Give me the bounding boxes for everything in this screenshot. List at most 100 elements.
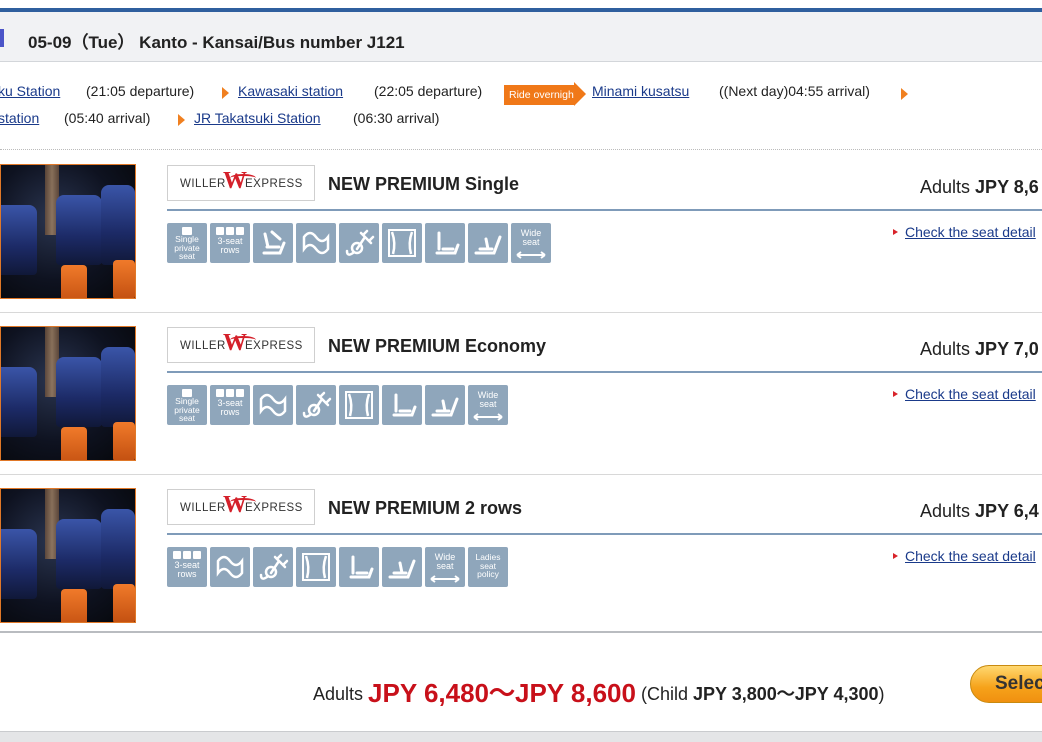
seat-photo [0,164,136,299]
seat-detail: Check the seat detail [893,548,1036,564]
3-seat-rows-icon: 3-seat rows [210,385,250,425]
plan-name[interactable]: NEW PREMIUM Economy [328,336,546,357]
willer-express-logo: WILLER W EXPRESS [167,165,315,201]
stop-link-jr-takatsuki[interactable]: JR Takatsuki Station [194,110,321,126]
bus-plan-row: WILLER W EXPRESS NEW PREMIUM Single Adults J… [0,151,1042,313]
ladies-seat-policy-icon: Ladies seat policy [468,547,508,587]
price-value: JPY 7,0 [975,339,1039,359]
plan-divider [167,371,1042,373]
3-seat-rows-icon: 3-seat rows [167,547,207,587]
check-seat-detail-link[interactable]: Check the seat detail [905,548,1036,564]
wide-arrow-icon [516,251,546,259]
bottom-scroll-bar [0,731,1042,742]
check-seat-detail-link[interactable]: Check the seat detail [905,386,1036,402]
seat-photo [0,488,136,623]
child-price-range: JPY 3,800～JPY 4,300 [693,684,879,704]
logo-express-text: EXPRESS [245,502,303,514]
price-label: Adults [920,177,971,197]
willer-express-logo: WILLER W EXPRESS [167,327,315,363]
logo-express-text: EXPRESS [245,178,303,190]
icon-label: Single private seat [174,234,200,261]
adult-price-range: JPY 6,480～JPY 8,600 [368,678,636,708]
bullet-arrow-icon [893,553,898,559]
blanket-icon [210,547,250,587]
stop-link-station[interactable]: station [0,110,39,126]
header-tab-marker [0,29,4,47]
wide-arrow-icon [473,413,503,421]
3-seat-rows-icon: 3-seat rows [210,223,250,263]
wide-seat-icon: Wide seat [511,223,551,263]
trip-header: 05-09（Tue） Kanto - Kansai/Bus number J12… [0,12,1042,62]
icon-label: 3-seat rows [217,398,243,417]
child-close: ) [878,684,885,704]
stop-link-minami-kusatsu[interactable]: Minami kusatsu [592,83,689,99]
icon-label: 3-seat rows [217,236,243,255]
seat-photo [0,326,136,461]
departure-time: (21:05 departure) [86,83,195,99]
stop-link-kawasaki[interactable]: Kawasaki station [238,83,343,99]
blanket-icon [253,385,293,425]
child-label: (Child [641,684,689,704]
curtain-icon [339,385,379,425]
bus-plan-row: WILLER W EXPRESS NEW PREMIUM Economy Adults … [0,313,1042,475]
bus-plan-row: WILLER W EXPRESS NEW PREMIUM 2 rows Adults J… [0,475,1042,637]
foot-rest-icon [382,547,422,587]
price-value: JPY 8,6 [975,177,1039,197]
wide-seat-icon: Wide seat [468,385,508,425]
ride-overnight-arrow-icon [574,82,586,106]
foot-rest-icon [468,223,508,263]
plan-divider [167,209,1042,211]
power-outlet-icon [339,223,379,263]
seat-detail: Check the seat detail [893,224,1036,240]
bullet-arrow-icon [893,229,898,235]
departure-time: (22:05 departure) [374,83,483,99]
stop-link-origin[interactable]: ku Station [0,83,60,99]
route-arrow-icon [178,114,185,126]
fare-summary-text: Adults JPY 6,480～JPY 8,600 (Child JPY 3,… [313,673,885,710]
price-label: Adults [920,501,971,521]
price-value: JPY 6,4 [975,501,1039,521]
logo-willer-text: WILLER [180,502,226,514]
leg-rest-icon [425,223,465,263]
wide-arrow-icon [430,575,460,583]
leg-rest-icon [339,547,379,587]
ride-overnight-badge: Ride overnight [504,82,586,107]
arrival-time: ((Next day)04:55 arrival) [719,83,870,99]
blanket-icon [296,223,336,263]
foot-rest-icon [425,385,465,425]
plan-divider [167,533,1042,535]
icon-label: Single private seat [174,396,200,423]
single-private-seat-icon: Single private seat [167,385,207,425]
logo-express-text: EXPRESS [245,340,303,352]
logo-willer-text: WILLER [180,340,226,352]
plan-price: Adults JPY 8,6 [920,177,1039,198]
leg-rest-icon [382,385,422,425]
fare-summary: Adults JPY 6,480～JPY 8,600 (Child JPY 3,… [0,631,1042,731]
route-arrow-icon [901,88,908,100]
adults-label: Adults [313,684,364,704]
plan-name[interactable]: NEW PREMIUM 2 rows [328,498,522,519]
reclining-seat-icon [253,223,293,263]
ride-overnight-label: Ride overnight [504,85,577,105]
arrival-time: (05:40 arrival) [64,110,151,126]
single-private-seat-icon: Single private seat [167,223,207,263]
price-label: Adults [920,339,971,359]
plan-price: Adults JPY 6,4 [920,501,1039,522]
plan-name[interactable]: NEW PREMIUM Single [328,174,519,195]
willer-express-logo: WILLER W EXPRESS [167,489,315,525]
power-outlet-icon [296,385,336,425]
trip-title: 05-09（Tue） Kanto - Kansai/Bus number J12… [28,33,405,52]
wide-seat-icon: Wide seat [425,547,465,587]
select-button[interactable]: Select [970,665,1042,703]
power-outlet-icon [253,547,293,587]
arrival-time: (06:30 arrival) [353,110,440,126]
curtain-icon [296,547,336,587]
logo-willer-text: WILLER [180,178,226,190]
curtain-icon [382,223,422,263]
route-arrow-icon [222,87,229,99]
check-seat-detail-link[interactable]: Check the seat detail [905,224,1036,240]
plan-price: Adults JPY 7,0 [920,339,1039,360]
icon-label: 3-seat rows [174,560,200,579]
seat-detail: Check the seat detail [893,386,1036,402]
icon-label: Ladies seat policy [475,552,501,579]
